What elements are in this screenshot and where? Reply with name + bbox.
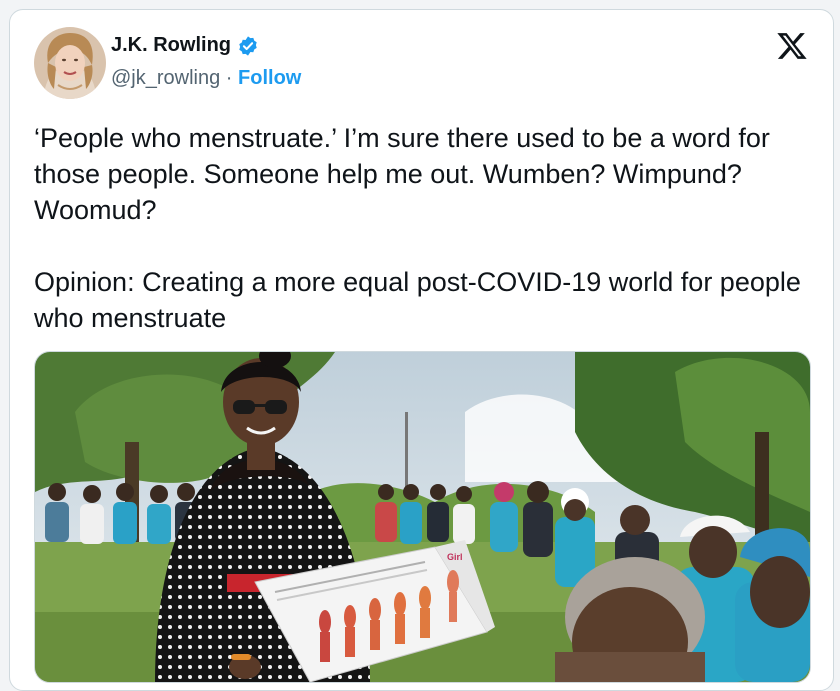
avatar[interactable] bbox=[34, 27, 106, 99]
tweet-text: ‘People who menstruate.’ I’m sure there … bbox=[34, 123, 801, 333]
author-handle[interactable]: @jk_rowling bbox=[111, 67, 220, 89]
chart-heading: Girl bbox=[447, 552, 463, 562]
verified-badge-icon bbox=[239, 35, 257, 56]
author-name-row: J.K. Rowling bbox=[111, 34, 259, 57]
author-display-name[interactable]: J.K. Rowling bbox=[111, 34, 231, 57]
follow-button[interactable]: Follow bbox=[238, 67, 301, 89]
x-logo-icon[interactable] bbox=[775, 30, 809, 62]
author-handle-row: @jk_rowling · Follow bbox=[111, 67, 301, 90]
tweet-media-image[interactable]: Girl bbox=[34, 351, 811, 683]
tweet-card: J.K. Rowling @jk_rowling · Follow ‘Peopl… bbox=[9, 9, 834, 691]
separator-dot: · bbox=[225, 67, 233, 89]
